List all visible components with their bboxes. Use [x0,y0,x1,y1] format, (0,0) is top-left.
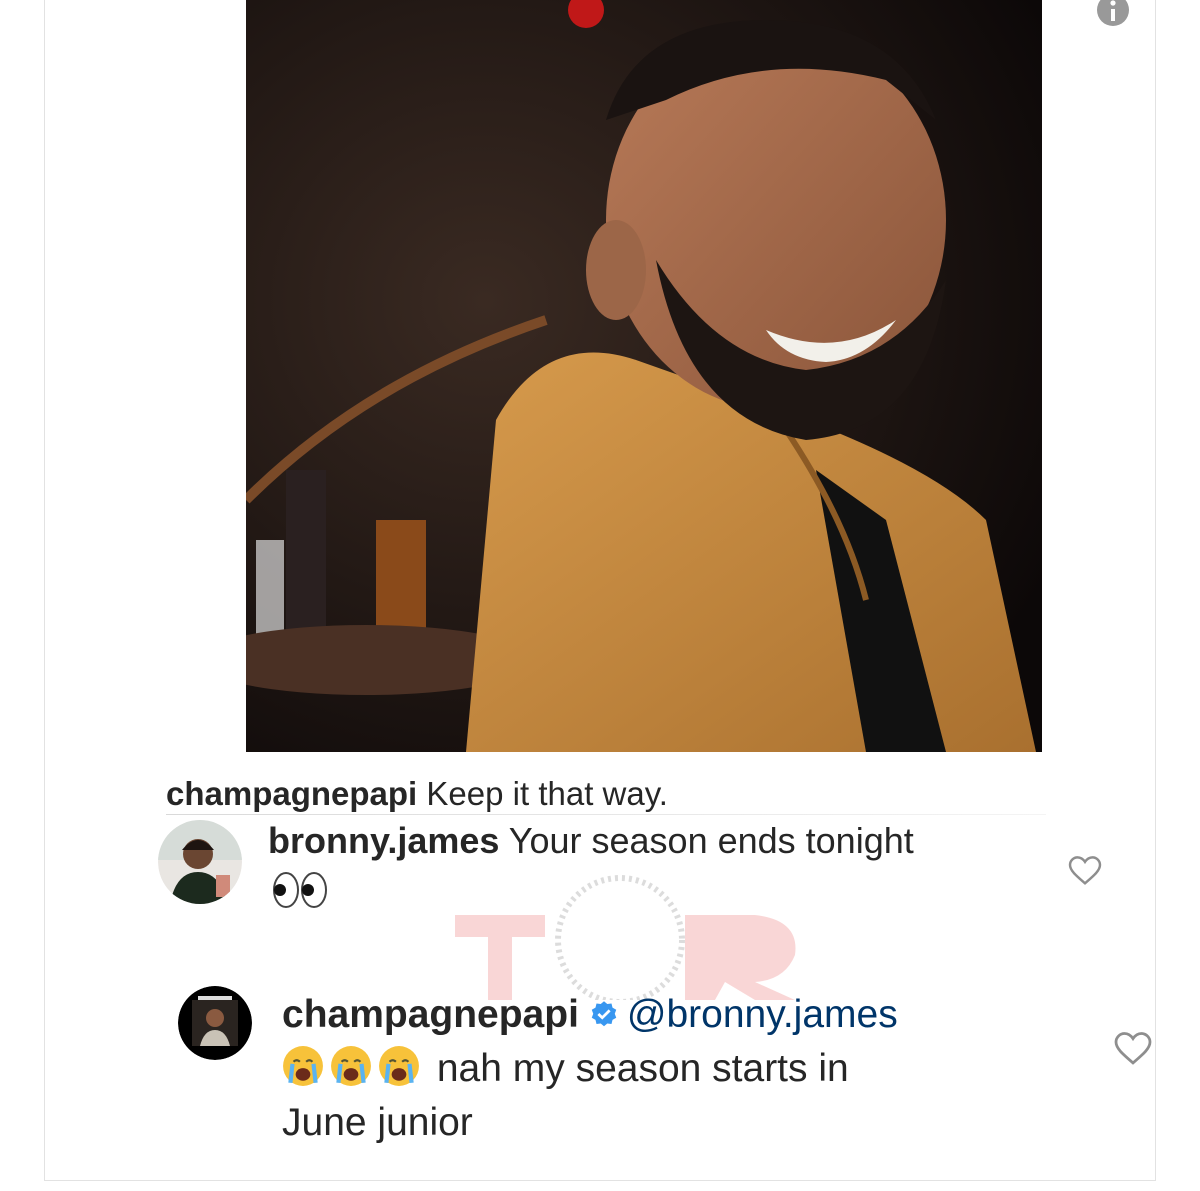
comment-username[interactable]: champagnepapi [282,993,579,1036]
comment-username[interactable]: bronny.james [268,820,499,861]
verified-badge-icon [591,1001,617,1027]
info-icon[interactable] [1096,0,1130,26]
mention-link[interactable]: @bronny.james [627,993,898,1036]
comment-bronny: bronny.james Your season ends tonight [268,815,914,867]
avatar-champagnepapi[interactable] [178,986,252,1060]
comment-champagnepapi: champagnepapi @bronny.james 😭😭😭 nah my s… [282,988,898,1150]
comment-header-line: champagnepapi @bronny.james [282,988,898,1042]
comment-text: Your season ends tonight [508,820,914,861]
crying-face-icon [331,1046,371,1086]
like-heart-icon[interactable] [1068,856,1102,891]
crying-face-icon [379,1046,419,1086]
post-caption: champagnepapi Keep it that way. [166,772,668,816]
comment-body-line1: 😭😭😭 nah my season starts in [282,1042,898,1096]
caption-username[interactable]: champagnepapi [166,775,417,812]
eyes-icon [273,872,327,908]
avatar-bronny[interactable] [158,820,242,904]
crying-face-icon [283,1046,323,1086]
comment-emoji-line: 👀 [270,866,330,918]
post-photo[interactable] [246,0,1042,752]
comment-body-line2: June junior [282,1101,473,1144]
like-heart-icon[interactable] [1114,1032,1152,1071]
caption-text: Keep it that way. [426,775,668,812]
comment-text: nah my season starts in [436,1047,849,1090]
